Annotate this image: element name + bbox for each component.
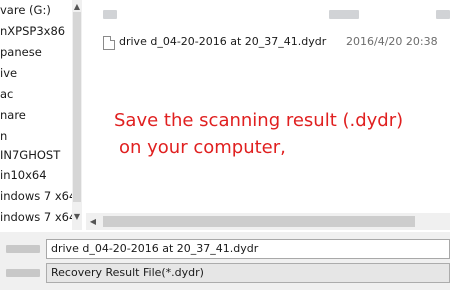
filename-input[interactable]: drive d_04-20-2016 at 20_37_41.dydr xyxy=(46,239,450,259)
annotation-line: on your computer, xyxy=(119,137,286,158)
horizontal-scrollbar-thumb[interactable] xyxy=(103,216,415,227)
filetype-label xyxy=(6,269,40,277)
annotation-line: Save the scanning result (.dydr) xyxy=(114,110,404,131)
nav-item[interactable]: nare xyxy=(0,105,26,125)
filetype-select[interactable]: Recovery Result File(*.dydr) xyxy=(46,263,450,283)
column-header-date[interactable] xyxy=(329,10,359,19)
scroll-down-arrow-icon[interactable]: ▼ xyxy=(72,212,82,222)
file-date: 2016/4/20 20:38 xyxy=(346,35,438,48)
file-icon xyxy=(103,36,115,50)
nav-item[interactable]: in10x64 xyxy=(0,165,47,185)
nav-scrollbar-thumb[interactable] xyxy=(73,12,81,202)
nav-scrollbar[interactable]: ▲ ▼ xyxy=(72,0,82,230)
scroll-up-arrow-icon[interactable]: ▲ xyxy=(72,2,82,12)
nav-item[interactable]: indows 7 x64 xyxy=(0,207,76,227)
navigation-tree: vare (G:) nXPSP3x86 panese ive ac nare n… xyxy=(0,0,84,230)
nav-item[interactable]: ac xyxy=(0,84,13,104)
scroll-left-arrow-icon[interactable]: ◀ xyxy=(88,216,98,227)
horizontal-scrollbar[interactable]: ◀ xyxy=(86,213,450,230)
filename-label xyxy=(6,245,40,253)
file-name: drive d_04-20-2016 at 20_37_41.dydr xyxy=(119,35,327,48)
column-header-name[interactable] xyxy=(103,10,117,19)
nav-item[interactable]: panese xyxy=(0,42,42,62)
nav-item[interactable]: n xyxy=(0,126,7,146)
nav-item[interactable]: nXPSP3x86 xyxy=(0,21,65,41)
nav-item[interactable]: vare (G:) xyxy=(0,0,51,20)
nav-item[interactable]: IN7GHOST xyxy=(0,145,60,165)
column-header-type[interactable] xyxy=(436,10,450,19)
annotation-text: Save the scanning result (.dydr) on your… xyxy=(114,107,403,161)
file-row[interactable]: drive d_04-20-2016 at 20_37_41.dydr 2016… xyxy=(103,33,450,51)
nav-item[interactable]: ive xyxy=(0,63,17,83)
save-form: drive d_04-20-2016 at 20_37_41.dydr Reco… xyxy=(0,232,450,290)
nav-item[interactable]: indows 7 x64 xyxy=(0,186,76,206)
